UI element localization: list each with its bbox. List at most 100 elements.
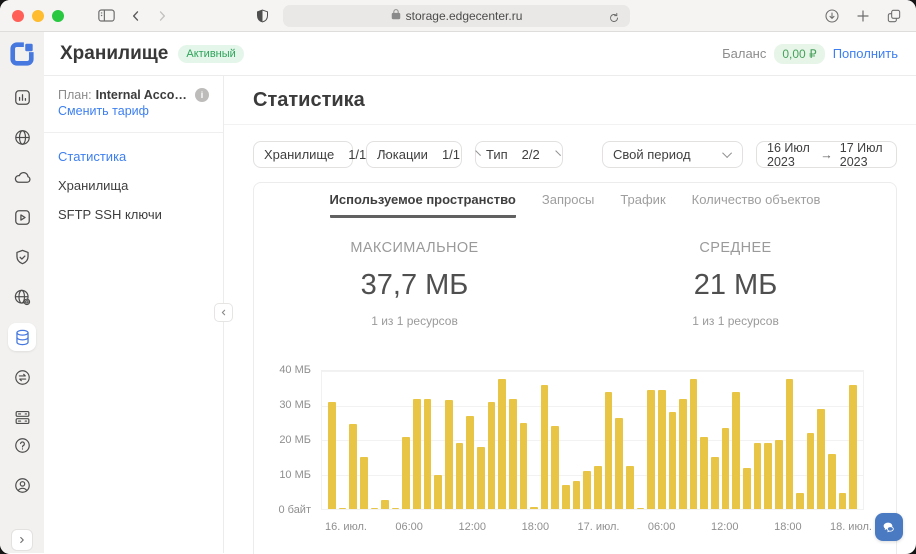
bar [402, 437, 410, 509]
date-range-picker[interactable]: 16 Июл 2023 → 17 Июл 2023 [756, 141, 897, 168]
stat-sub: 1 из 1 ресурсов [575, 314, 896, 328]
minimize-window-button[interactable] [32, 10, 44, 22]
rail-item-database-icon[interactable] [8, 323, 36, 351]
bar [796, 493, 804, 509]
tab-object-count[interactable]: Количество объектов [692, 192, 821, 218]
page-title: Статистика [253, 89, 365, 111]
rail-item-swap-arrows-icon[interactable] [8, 363, 36, 391]
bar [349, 424, 357, 509]
panel-collapse-button[interactable] [214, 303, 233, 322]
tabs: Используемое пространство Запросы Трафик… [254, 183, 896, 218]
close-window-button[interactable] [12, 10, 24, 22]
bar [647, 390, 655, 509]
bar [626, 466, 634, 509]
bar [583, 471, 591, 509]
chevron-down-icon [722, 148, 732, 158]
bar [392, 508, 400, 509]
period-label: Свой период [613, 147, 691, 162]
rail-item-bar-chart-icon[interactable] [8, 83, 36, 111]
tab-requests[interactable]: Запросы [542, 192, 594, 218]
rail-expand-button[interactable] [11, 529, 33, 551]
stat-average: СРЕДНЕЕ 21 МБ 1 из 1 ресурсов [575, 240, 896, 328]
stat-sub: 1 из 1 ресурсов [254, 314, 575, 328]
bar [562, 485, 570, 509]
x-tick-label: 12:00 [711, 521, 739, 533]
rail-item-server-racks-icon[interactable] [8, 403, 36, 431]
filter-storage-select[interactable]: Хранилище 1/1 [253, 141, 353, 168]
x-tick-label: 06:00 [648, 521, 676, 533]
stat-label: СРЕДНЕЕ [575, 240, 896, 256]
filter-value: 2/2 [522, 147, 540, 162]
chat-button[interactable] [875, 513, 903, 541]
rail-item-globe-icon[interactable] [8, 123, 36, 151]
info-icon[interactable]: i [195, 88, 209, 102]
address-bar[interactable]: storage.edgecenter.ru [283, 5, 630, 27]
arrow-right-icon: → [820, 148, 833, 162]
y-tick-label: 40 МБ [279, 364, 311, 376]
bar [456, 443, 464, 509]
bar [754, 443, 762, 509]
back-button[interactable] [124, 4, 148, 28]
filter-value: 1/1 [442, 147, 460, 162]
bar [424, 399, 432, 509]
panel-divider [44, 132, 223, 133]
chart-x-axis: 16. июл.06:0012:0018:0017. июл.06:0012:0… [321, 517, 864, 535]
edgecenter-logo [9, 41, 35, 67]
bar [413, 399, 421, 509]
user-account-icon[interactable] [8, 471, 36, 499]
sidebar-item-statistics[interactable]: Статистика [58, 149, 209, 164]
plan-label: План: [58, 88, 92, 102]
zoom-window-button[interactable] [52, 10, 64, 22]
tab-overview-button[interactable] [882, 4, 906, 28]
x-tick-label: 06:00 [395, 521, 423, 533]
y-tick-label: 20 МБ [279, 434, 311, 446]
filter-value: 1/1 [348, 147, 366, 162]
bar [509, 399, 517, 509]
download-button[interactable] [820, 4, 844, 28]
x-tick-label: 16. июл. [325, 521, 367, 533]
filter-label: Хранилище [264, 147, 334, 162]
rail-item-shield-check-icon[interactable] [8, 243, 36, 271]
rail-item-globe-gear-icon[interactable] [8, 283, 36, 311]
bar [605, 392, 613, 509]
rail-item-play-square-icon[interactable] [8, 203, 36, 231]
statistics-card: Используемое пространство Запросы Трафик… [253, 182, 897, 554]
bar [615, 418, 623, 509]
tab-traffic[interactable]: Трафик [620, 192, 665, 218]
main-content: Статистика Хранилище 1/1 Локации 1/1 [224, 76, 916, 553]
help-icon[interactable] [8, 431, 36, 459]
sidebar-panel: План: Internal Account_RUB_St… i Сменить… [44, 76, 224, 553]
change-plan-link[interactable]: Сменить тариф [58, 104, 149, 118]
forward-button[interactable] [150, 4, 174, 28]
bar [381, 500, 389, 509]
y-tick-label: 30 МБ [279, 399, 311, 411]
new-tab-button[interactable] [851, 4, 875, 28]
x-tick-label: 12:00 [458, 521, 486, 533]
sidebar-toggle-icon[interactable] [94, 4, 118, 28]
chart-bars [322, 371, 863, 509]
lock-icon [391, 7, 401, 25]
bar [530, 507, 538, 509]
reload-button[interactable] [602, 6, 626, 30]
stat-value: 21 МБ [575, 269, 896, 302]
privacy-shield-icon[interactable] [250, 4, 274, 28]
bar [328, 402, 336, 509]
filter-type-select[interactable]: Тип 2/2 [475, 141, 563, 168]
filters-row: Хранилище 1/1 Локации 1/1 Тип [253, 141, 897, 168]
icon-rail [0, 32, 44, 553]
bar [498, 379, 506, 509]
bar [477, 447, 485, 509]
sidebar-item-storages[interactable]: Хранилища [58, 178, 209, 193]
plan-value: Internal Account_RUB_St… [96, 88, 191, 102]
bar [520, 423, 528, 509]
tab-used-space[interactable]: Используемое пространство [330, 192, 516, 218]
topup-link[interactable]: Пополнить [833, 46, 898, 61]
rail-item-cloud-icon[interactable] [8, 163, 36, 191]
sidebar-item-sftp-ssh-keys[interactable]: SFTP SSH ключи [58, 207, 209, 222]
bar [488, 402, 496, 509]
filter-locations-select[interactable]: Локации 1/1 [366, 141, 462, 168]
bar [849, 385, 857, 509]
x-tick-label: 18. июл. [830, 521, 872, 533]
stats-summary: МАКСИМАЛЬНОЕ 37,7 МБ 1 из 1 ресурсов СРЕ… [254, 240, 896, 328]
period-select[interactable]: Свой период [602, 141, 743, 168]
